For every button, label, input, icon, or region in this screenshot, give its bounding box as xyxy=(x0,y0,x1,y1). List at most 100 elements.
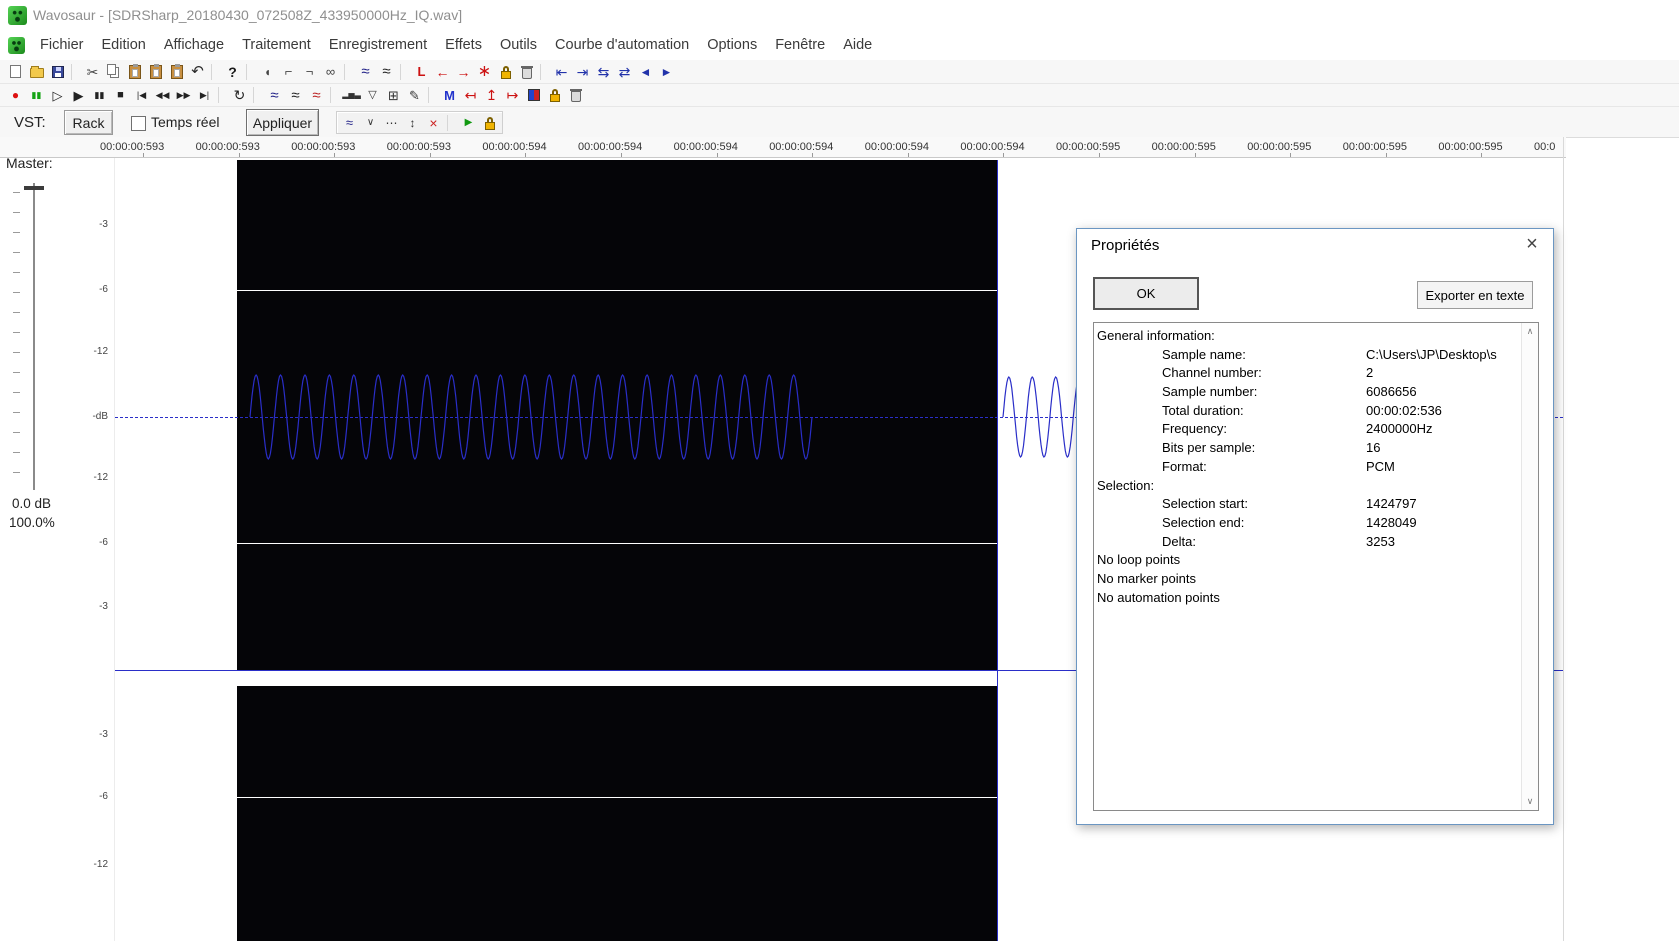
paste-mix-button[interactable] xyxy=(166,62,187,82)
property-label: Selection end: xyxy=(1162,514,1245,530)
loop-playback-button[interactable]: ↻ xyxy=(229,85,250,105)
master-volume-handle[interactable] xyxy=(24,186,44,190)
zoom-out-button[interactable]: ⇄ xyxy=(614,62,635,82)
snap-button[interactable]: ∗ xyxy=(474,62,495,82)
zoom-selection-button[interactable]: ⇤ xyxy=(551,62,572,82)
grid-button[interactable]: ⊞ xyxy=(383,85,404,105)
copy-button[interactable] xyxy=(103,62,124,82)
tool-normalize-button[interactable]: ⌐ xyxy=(278,62,299,82)
ok-button[interactable]: OK xyxy=(1093,277,1199,310)
delete-markers-button[interactable] xyxy=(565,85,586,105)
rewind-button[interactable]: ◀◀ xyxy=(152,85,173,105)
marker-button[interactable]: M xyxy=(439,85,460,105)
paste-insert-button[interactable] xyxy=(145,62,166,82)
statistics-button[interactable]: ≈ xyxy=(285,85,306,105)
smooth-button[interactable]: ▽ xyxy=(362,85,383,105)
speaker-button[interactable]: ◖ xyxy=(257,62,278,82)
waveform-selection-channel2[interactable] xyxy=(237,686,997,941)
vst-dropdown-icon: ∨ xyxy=(366,116,375,128)
property-label: No loop points xyxy=(1097,552,1181,568)
pause-alt-button[interactable]: ▮▮ xyxy=(26,85,47,105)
help-button[interactable]: ? xyxy=(222,62,243,82)
export-text-button[interactable]: Exporter en texte xyxy=(1417,281,1533,309)
properties-scrollbar[interactable]: ∧ ∨ xyxy=(1521,323,1538,810)
vst-remove-button[interactable]: × xyxy=(423,113,444,133)
toolbar-main: ✂ ↶? ◖ ⌐ ¬ ∞ ≈ ≈ L ← → ∗ ⇤ ⇥ ⇆ ⇄ ◄ ► xyxy=(0,60,1679,84)
prev-view-button[interactable]: ◄ xyxy=(635,62,656,82)
draw-button[interactable]: ✎ xyxy=(404,85,425,105)
save-file-button[interactable] xyxy=(47,62,68,82)
zoom-all-button[interactable]: ⇥ xyxy=(572,62,593,82)
menu-outils[interactable]: Outils xyxy=(491,37,546,53)
waveform-selection-channel1[interactable] xyxy=(237,160,997,670)
play-button[interactable]: ▷ xyxy=(47,85,68,105)
selection-left-button[interactable]: ← xyxy=(432,62,453,82)
apply-button[interactable]: Appliquer xyxy=(246,109,319,136)
waveform-view-button[interactable]: ≈ xyxy=(355,62,376,82)
open-file-button[interactable] xyxy=(26,62,47,82)
timeline-ruler[interactable]: 00:00:00:593 00:00:00:593 00:00:00:593 00:0… xyxy=(0,137,1566,158)
spectrum-button[interactable]: ▂▅▃ xyxy=(341,85,362,105)
channels-button[interactable] xyxy=(523,85,544,105)
tool-fit-button[interactable]: ¬ xyxy=(299,62,320,82)
tool-link-button[interactable]: ∞ xyxy=(320,62,341,82)
menu-options[interactable]: Options xyxy=(698,37,766,53)
menu-fen-tre[interactable]: Fenêtre xyxy=(766,37,834,53)
undo-button[interactable]: ↶ xyxy=(187,62,208,82)
vst-remove-icon: × xyxy=(429,114,438,131)
scroll-up-icon[interactable]: ∧ xyxy=(1522,323,1538,340)
next-view-button[interactable]: ► xyxy=(656,62,677,82)
menu-aide[interactable]: Aide xyxy=(834,37,881,53)
play-marker-button[interactable]: ≈ xyxy=(264,85,285,105)
toolbar-separator xyxy=(447,114,454,131)
forward-button[interactable]: ▶▶ xyxy=(173,85,194,105)
marker-prev-button[interactable]: ↤ xyxy=(460,85,481,105)
menu-enregistrement[interactable]: Enregistrement xyxy=(320,37,436,53)
zoom-in-button[interactable]: ⇆ xyxy=(593,62,614,82)
lock-button[interactable] xyxy=(495,62,516,82)
menu-courbe-d-automation[interactable]: Courbe d'automation xyxy=(546,37,698,53)
marker-next-button[interactable]: ↦ xyxy=(502,85,523,105)
menu-affichage[interactable]: Affichage xyxy=(155,37,233,53)
stop-button[interactable]: ■ xyxy=(110,85,131,105)
analysis-icon: ≈ xyxy=(312,86,321,104)
marker-insert-button[interactable]: ↥ xyxy=(481,85,502,105)
master-db-value: 0.0 dB xyxy=(12,496,52,511)
menu-traitement[interactable]: Traitement xyxy=(233,37,320,53)
go-start-button[interactable]: |◀ xyxy=(131,85,152,105)
waveform-zoom-button[interactable]: ≈ xyxy=(376,62,397,82)
vst-dropdown-button[interactable]: ∨ xyxy=(360,113,381,133)
new-file-button[interactable] xyxy=(5,62,26,82)
go-end-button[interactable]: ▶| xyxy=(194,85,215,105)
play-selection-button[interactable]: ▶ xyxy=(68,85,89,105)
vst-process-button[interactable]: ▶ xyxy=(458,113,479,133)
record-button[interactable]: ● xyxy=(5,85,26,105)
cut-button[interactable]: ✂ xyxy=(82,62,103,82)
vst-lock-button[interactable] xyxy=(479,113,500,133)
master-volume-slider[interactable] xyxy=(33,183,35,490)
analysis-button[interactable]: ≈ xyxy=(306,85,327,105)
realtime-checkbox[interactable] xyxy=(131,116,146,131)
delete-button[interactable] xyxy=(516,62,537,82)
master-slider-tick xyxy=(13,332,20,333)
properties-dialog: Propriétés × OK Exporter en texte Genera… xyxy=(1076,228,1554,825)
menu-edition[interactable]: Edition xyxy=(93,37,155,53)
scroll-down-icon[interactable]: ∨ xyxy=(1522,793,1538,810)
menu-fichier[interactable]: Fichier xyxy=(31,37,93,53)
marker-next-icon: ↦ xyxy=(506,87,519,103)
ruler-label: 00:00:00:594 xyxy=(673,141,738,153)
vst-more-button[interactable]: ⋯ xyxy=(381,113,402,133)
lock-markers-button[interactable] xyxy=(544,85,565,105)
delete-icon xyxy=(520,65,533,79)
rack-button[interactable]: Rack xyxy=(64,110,113,135)
close-icon[interactable]: × xyxy=(1519,231,1545,257)
selection-right-button[interactable]: → xyxy=(453,62,474,82)
menu-effets[interactable]: Effets xyxy=(436,37,491,53)
loop-left-button[interactable]: L xyxy=(411,62,432,82)
vst-resize-button[interactable]: ↕ xyxy=(402,113,423,133)
paste-button[interactable] xyxy=(124,62,145,82)
pause-button[interactable]: ▮▮ xyxy=(89,85,110,105)
toolbar-separator xyxy=(330,87,337,103)
vst-waveform-button[interactable]: ≈ xyxy=(339,113,360,133)
master-slider-tick xyxy=(13,312,20,313)
